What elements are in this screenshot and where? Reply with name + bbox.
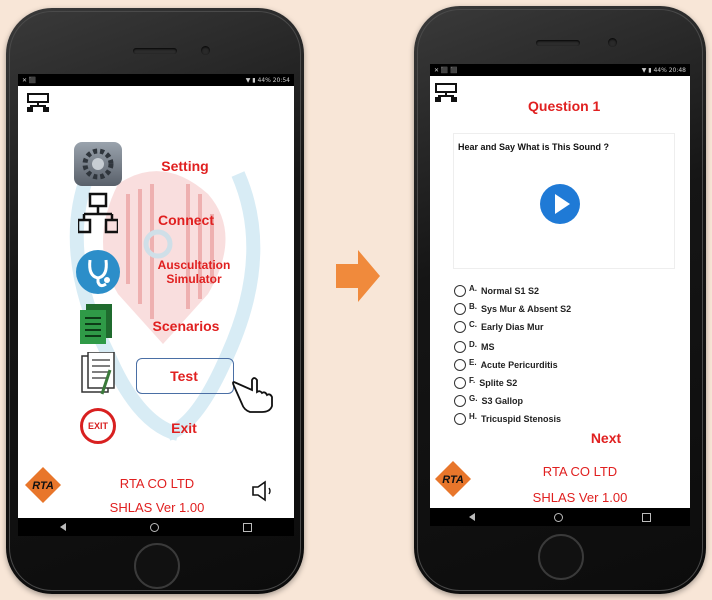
- network-icon[interactable]: [78, 192, 118, 236]
- question-title: Question 1: [528, 98, 601, 114]
- radio-button[interactable]: [454, 359, 466, 371]
- android-nav-bar: [18, 518, 294, 536]
- status-left: ✕ ⬛: [22, 76, 37, 84]
- option-text: Normal S1 S2: [481, 286, 540, 296]
- arrow-right-icon: [336, 250, 380, 302]
- status-right: ▼ ▮ 44% 20:54: [245, 76, 290, 84]
- network-icon[interactable]: [26, 92, 50, 114]
- stethoscope-icon[interactable]: [76, 250, 120, 294]
- menu-test-label[interactable]: Test: [146, 368, 222, 384]
- option-letter: F.: [469, 375, 476, 385]
- option-letter: C.: [469, 319, 477, 329]
- option-text: Early Dias Mur: [481, 322, 544, 332]
- menu-setting-label[interactable]: Setting: [148, 158, 222, 174]
- rta-logo-icon: RTA: [435, 461, 471, 497]
- option-c[interactable]: C. Early Dias Mur: [454, 320, 544, 334]
- option-text: Tricuspid Stenosis: [481, 414, 562, 424]
- option-g[interactable]: G. S3 Gallop: [454, 394, 523, 408]
- radio-button[interactable]: [454, 303, 466, 315]
- menu-connect-label[interactable]: Connect: [146, 212, 226, 228]
- question-screen: ✕ ⬛ ⬛ ▼ ▮ 44% 20:48 Question 1 Hear and …: [430, 64, 690, 526]
- phone-left: ✕ ⬛ ▼ ▮ 44% 20:54 Setting Connect Auscul…: [6, 8, 304, 594]
- option-f[interactable]: F. Splite S2: [454, 376, 517, 390]
- option-text: MS: [481, 342, 495, 352]
- app-version: SHLAS Ver 1.00: [532, 490, 628, 505]
- android-nav-bar: [430, 508, 690, 526]
- option-letter: D.: [469, 339, 477, 349]
- nav-recent-icon[interactable]: [243, 522, 252, 532]
- status-right: ▼ ▮ 44% 20:48: [641, 66, 686, 74]
- document-icon[interactable]: [78, 302, 116, 346]
- nav-home-icon[interactable]: [150, 522, 159, 532]
- question-prompt: Hear and Say What is This Sound ?: [458, 142, 610, 152]
- radio-button[interactable]: [454, 285, 466, 297]
- radio-button[interactable]: [454, 321, 466, 333]
- front-camera: [608, 38, 617, 47]
- menu-screen: ✕ ⬛ ▼ ▮ 44% 20:54 Setting Connect Auscul…: [18, 74, 294, 536]
- radio-button[interactable]: [454, 341, 466, 353]
- hand-pointer-icon: [232, 377, 273, 413]
- company-name: RTA CO LTD: [119, 476, 195, 491]
- option-letter: G.: [469, 393, 478, 403]
- next-button[interactable]: Next: [576, 430, 636, 446]
- front-camera: [201, 46, 210, 55]
- option-a[interactable]: A. Normal S1 S2: [454, 284, 539, 298]
- option-e[interactable]: E. Acute Pericurditis: [454, 358, 558, 372]
- menu-auscultation-label[interactable]: Auscultation Simulator: [146, 258, 242, 286]
- option-text: Splite S2: [479, 378, 518, 388]
- sound-card: Hear and Say What is This Sound ?: [454, 134, 674, 268]
- status-bar: ✕ ⬛ ⬛ ▼ ▮ 44% 20:48: [430, 64, 690, 76]
- option-letter: A.: [469, 283, 477, 293]
- gear-icon[interactable]: [74, 142, 122, 186]
- option-text: Acute Pericurditis: [480, 360, 558, 370]
- nav-back-icon[interactable]: [469, 513, 476, 521]
- nav-back-icon[interactable]: [60, 523, 66, 531]
- nav-recent-icon[interactable]: [641, 512, 651, 522]
- radio-button[interactable]: [454, 377, 466, 389]
- earpiece-speaker: [536, 40, 580, 46]
- app-version: SHLAS Ver 1.00: [109, 500, 205, 515]
- menu-exit-label[interactable]: Exit: [156, 420, 212, 436]
- rta-logo-text: RTA: [32, 480, 54, 492]
- option-letter: H.: [469, 411, 477, 421]
- option-d[interactable]: D. MS: [454, 340, 495, 354]
- rta-logo-text: RTA: [442, 474, 464, 486]
- option-text: Sys Mur & Absent S2: [481, 304, 572, 314]
- status-bar: ✕ ⬛ ▼ ▮ 44% 20:54: [18, 74, 294, 86]
- home-button[interactable]: [538, 534, 584, 580]
- home-button[interactable]: [134, 543, 180, 589]
- speaker-icon[interactable]: [250, 480, 276, 502]
- company-name: RTA CO LTD: [542, 464, 618, 479]
- earpiece-speaker: [133, 48, 177, 54]
- phone-right: ✕ ⬛ ⬛ ▼ ▮ 44% 20:48 Question 1 Hear and …: [414, 6, 706, 594]
- exit-icon[interactable]: EXIT: [80, 408, 116, 444]
- network-icon[interactable]: [434, 82, 458, 104]
- option-h[interactable]: H. Tricuspid Stenosis: [454, 412, 561, 426]
- play-icon[interactable]: [540, 184, 580, 224]
- exit-icon-text: EXIT: [87, 421, 108, 431]
- option-text: S3 Gallop: [481, 396, 523, 406]
- option-letter: B.: [469, 301, 477, 311]
- radio-button[interactable]: [454, 395, 466, 407]
- option-letter: E.: [469, 357, 477, 367]
- option-b[interactable]: B. Sys Mur & Absent S2: [454, 302, 571, 316]
- nav-home-icon[interactable]: [553, 512, 563, 522]
- menu-scenarios-label[interactable]: Scenarios: [142, 318, 230, 334]
- radio-button[interactable]: [454, 413, 466, 425]
- test-sheet-icon[interactable]: [78, 352, 118, 398]
- status-left: ✕ ⬛ ⬛: [434, 66, 458, 74]
- rta-logo-icon: RTA: [25, 467, 61, 503]
